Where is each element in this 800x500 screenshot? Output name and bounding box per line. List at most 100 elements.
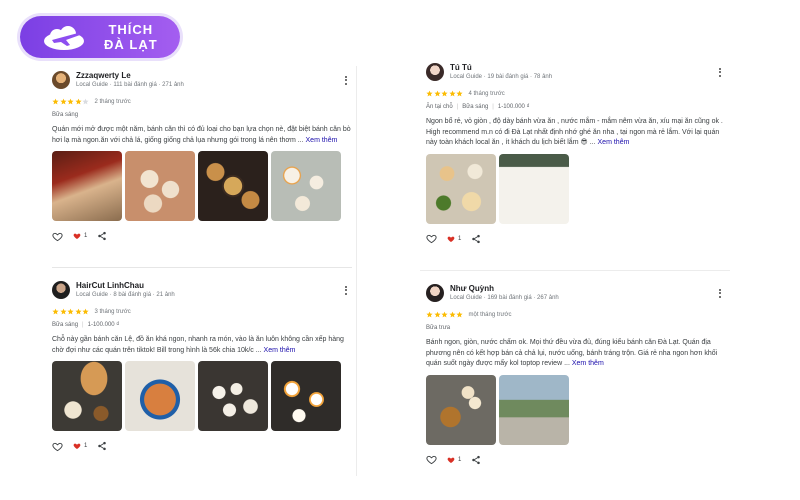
review-date: 2 tháng trước <box>94 98 131 105</box>
dine-tag: Ăn tại chỗ <box>426 104 453 110</box>
see-more-link[interactable]: Xem thêm <box>572 360 604 367</box>
tag-separator: | <box>82 322 84 328</box>
meal-tag: Bữa trưa <box>426 325 451 331</box>
star-rating <box>426 90 464 97</box>
more-options-icon[interactable] <box>714 286 726 300</box>
star-icon <box>52 98 59 105</box>
shop-front-photo[interactable] <box>499 374 569 445</box>
review-photos <box>52 361 352 432</box>
review-collage: THÍCH ĐÀ LẠT Zzzaqwerty Le Local Guide ·… <box>0 0 800 500</box>
reviewer-name[interactable]: HairCut LinhChau <box>76 281 340 291</box>
like-count[interactable]: 1 <box>447 235 461 243</box>
like-icon[interactable] <box>426 454 437 465</box>
star-icon <box>448 90 456 97</box>
plane-cloud-icon <box>44 26 84 50</box>
brand-line-1: THÍCH <box>108 22 154 37</box>
share-icon[interactable] <box>97 231 107 241</box>
reviewer-name[interactable]: Zzzaqwerty Le <box>76 71 340 81</box>
meal-tag: Bữa sáng <box>52 112 79 118</box>
banh-can-quail-egg-photo[interactable] <box>271 151 341 222</box>
star-icon <box>433 90 441 97</box>
reviewer-meta: Local Guide · 8 bài đánh giá · 21 ảnh <box>76 292 175 298</box>
tag-separator: | <box>456 104 459 110</box>
like-count-value: 1 <box>84 443 88 450</box>
review-card: Như Quỳnh Local Guide · 169 bài đánh giá… <box>426 283 726 478</box>
avatar[interactable] <box>52 281 70 299</box>
see-more-link[interactable]: Xem thêm <box>598 139 630 146</box>
like-icon[interactable] <box>52 441 63 452</box>
reviewer-meta: Local Guide · 111 bài đánh giá · 271 ảnh <box>76 82 184 88</box>
avatar[interactable] <box>52 71 70 89</box>
avatar[interactable] <box>426 63 444 81</box>
meal-tag: Bữa sáng <box>462 104 489 110</box>
star-icon <box>448 311 456 318</box>
see-more-link[interactable]: Xem thêm <box>264 347 296 354</box>
banh-can-tray-photo[interactable] <box>198 361 268 432</box>
review-card: Zzzaqwerty Le Local Guide · 111 bài đánh… <box>52 70 352 268</box>
row-divider <box>420 270 730 271</box>
star-icon <box>59 98 67 105</box>
star-rating <box>426 311 464 318</box>
review-text-content: Ngon bổ rẻ, vỏ giòn , độ dày bánh vừa ăn… <box>426 118 723 147</box>
grilled-food-photo[interactable] <box>52 151 122 222</box>
meatball-soup-photo[interactable] <box>125 361 195 432</box>
star-rating <box>52 308 90 315</box>
price-tag: 1-100.000 ₫ <box>497 104 530 110</box>
banh-can-table-photo[interactable] <box>426 153 496 224</box>
more-options-icon[interactable] <box>714 65 726 79</box>
reviewer-meta: Local Guide · 169 bài đánh giá · 267 ảnh <box>450 295 559 301</box>
star-icon <box>456 90 463 97</box>
like-count[interactable]: 1 <box>73 232 87 240</box>
heart-icon <box>73 443 81 450</box>
share-icon[interactable] <box>471 234 481 244</box>
banh-can-plate-photo[interactable] <box>125 151 195 222</box>
brand-logo-text: THÍCH ĐÀ LẠT <box>104 22 158 52</box>
like-count[interactable]: 1 <box>73 442 87 450</box>
star-icon <box>67 308 74 315</box>
bread-dipping-bowl-photo[interactable] <box>52 361 122 432</box>
column-divider <box>356 66 357 476</box>
review-text: Ngon bổ rẻ, vỏ giòn , độ dày bánh vừa ăn… <box>426 117 726 149</box>
review-photos <box>52 151 352 222</box>
review-text: Bánh ngon, giòn, nước chấm ok. Mọi thứ đ… <box>426 338 726 370</box>
heart-icon <box>73 233 81 240</box>
avatar[interactable] <box>426 284 444 302</box>
more-options-icon[interactable] <box>340 283 352 297</box>
like-count-value: 1 <box>458 235 462 242</box>
star-icon <box>74 308 82 315</box>
share-icon[interactable] <box>471 455 481 465</box>
brand-line-2: ĐÀ LẠT <box>104 37 158 52</box>
like-count-value: 1 <box>458 456 462 463</box>
star-rating <box>52 98 90 105</box>
star-icon <box>82 98 89 105</box>
star-icon <box>426 90 433 97</box>
review-card: Tú Tú Local Guide · 19 bài đánh giá · 78… <box>426 62 726 267</box>
reviewer-name[interactable]: Như Quỳnh <box>450 284 714 294</box>
like-count[interactable]: 1 <box>447 456 461 464</box>
like-count-value: 1 <box>84 233 88 240</box>
star-icon <box>67 98 74 105</box>
brand-logo: THÍCH ĐÀ LẠT <box>20 16 180 58</box>
share-icon[interactable] <box>97 441 107 451</box>
banh-can-fried-photo[interactable] <box>198 151 268 222</box>
reviewer-name[interactable]: Tú Tú <box>450 63 714 73</box>
more-options-icon[interactable] <box>340 73 352 87</box>
review-text-content: Chỗ này gần bánh căn Lệ, đồ ăn khá ngon,… <box>52 336 344 354</box>
like-icon[interactable] <box>426 233 437 244</box>
review-date: một tháng trước <box>468 311 512 318</box>
star-icon <box>433 311 441 318</box>
star-icon <box>52 308 59 315</box>
review-text: Quán mới mở được một năm, bánh căn thì c… <box>52 125 352 146</box>
see-more-link[interactable]: Xem thêm <box>306 137 338 144</box>
review-date: 3 tháng trước <box>94 308 131 315</box>
like-icon[interactable] <box>52 231 63 242</box>
price-tag: 1-100.000 ₫ <box>87 322 120 328</box>
heart-icon <box>447 457 455 463</box>
star-icon <box>59 308 67 315</box>
star-icon <box>456 311 463 318</box>
menu-board-photo[interactable] <box>499 153 569 224</box>
review-text: Chỗ này gần bánh căn Lệ, đồ ăn khá ngon,… <box>52 335 352 356</box>
banh-can-eggs-photo[interactable] <box>271 361 341 432</box>
banh-can-dipping-photo[interactable] <box>426 374 496 445</box>
star-icon <box>441 311 448 318</box>
